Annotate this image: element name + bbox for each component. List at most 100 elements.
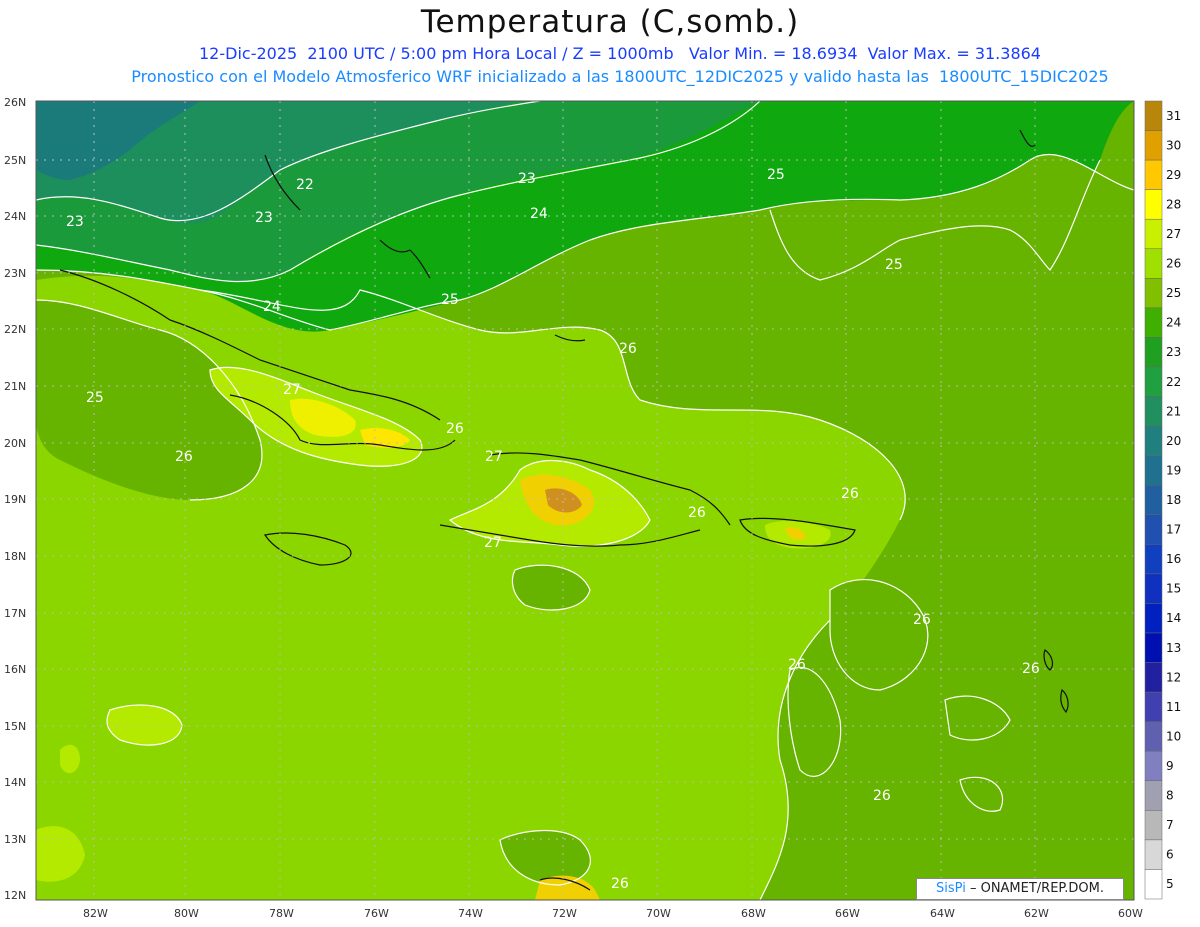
- lon-label: 68W: [741, 907, 766, 920]
- colorbar-swatch: [1144, 721, 1163, 752]
- contour-label: 27: [485, 449, 503, 465]
- colorbar-label: 18: [1166, 493, 1181, 507]
- colorbar-swatch: [1144, 780, 1163, 811]
- colorbar-swatch: [1144, 278, 1163, 309]
- contour-label: 24: [263, 299, 281, 315]
- colorbar-label: 24: [1166, 316, 1181, 330]
- lon-label: 78W: [269, 907, 294, 920]
- colorbar-label: 8: [1166, 789, 1174, 803]
- lon-label: 66W: [835, 907, 860, 920]
- sispi-logo: SisPi: [936, 881, 966, 896]
- colorbar-swatch: [1144, 484, 1163, 516]
- colorbar-label: 5: [1166, 877, 1174, 891]
- contour-label: 26: [446, 421, 464, 437]
- lat-label: 25N: [4, 154, 26, 167]
- colorbar-label: 21: [1166, 404, 1181, 418]
- contour-label: 25: [767, 167, 785, 183]
- credit-box: SisPi – ONAMET/REP.DOM.: [916, 878, 1124, 900]
- colorbar-label: 22: [1166, 375, 1181, 389]
- colorbar-label: 12: [1166, 670, 1181, 684]
- colorbar-swatch: [1144, 839, 1163, 870]
- colorbar-swatch: [1144, 632, 1163, 663]
- contour-label: 26: [175, 449, 193, 465]
- lat-label: 21N: [4, 380, 26, 393]
- lat-label: 18N: [4, 550, 26, 563]
- temperature-map: 26N 25N 24N 23N 22N 21N 20N 19N 18N 17N …: [4, 96, 1181, 920]
- colorbar-label: 26: [1166, 257, 1181, 271]
- contour-label: 27: [283, 382, 301, 398]
- lon-label: 80W: [174, 907, 199, 920]
- colorbar-swatch: [1144, 307, 1163, 338]
- credit-text: – ONAMET/REP.DOM.: [969, 881, 1104, 896]
- colorbar: 31 30 29 28 27 26 25 24 23 22 21 20 19 18 17 16 15 14 13 12…: [1144, 100, 1181, 900]
- colorbar-swatch: [1144, 159, 1163, 190]
- colorbar-swatch: [1144, 130, 1163, 161]
- lon-label: 76W: [364, 907, 389, 920]
- lon-label: 62W: [1024, 907, 1049, 920]
- contour-label: 25: [441, 292, 459, 308]
- contour-label: 24: [530, 206, 548, 222]
- lat-label: 20N: [4, 437, 26, 450]
- lat-label: 23N: [4, 267, 26, 280]
- colorbar-swatch: [1144, 514, 1163, 545]
- lat-label: 16N: [4, 663, 26, 676]
- contour-label: 23: [518, 171, 536, 187]
- contour-label: 22: [296, 177, 314, 193]
- lat-label: 15N: [4, 720, 26, 733]
- contour-label: 26: [913, 612, 931, 628]
- lat-label: 12N: [4, 889, 26, 902]
- lon-label: 60W: [1118, 907, 1143, 920]
- colorbar-swatch: [1144, 189, 1163, 220]
- colorbar-label: 17: [1166, 523, 1181, 537]
- contour-label: 26: [873, 788, 891, 804]
- colorbar-swatch: [1144, 425, 1163, 456]
- colorbar-label: 23: [1166, 345, 1181, 359]
- contour-label: 26: [611, 876, 629, 892]
- contour-label: 26: [1022, 661, 1040, 677]
- colorbar-label: 27: [1166, 227, 1181, 241]
- lon-label: 82W: [83, 907, 108, 920]
- colorbar-label: 13: [1166, 641, 1181, 655]
- colorbar-swatch: [1144, 691, 1163, 722]
- colorbar-label: 20: [1166, 434, 1181, 448]
- contour-label: 26: [788, 657, 806, 673]
- colorbar-label: 16: [1166, 552, 1181, 566]
- colorbar-label: 11: [1166, 700, 1181, 714]
- lon-label: 64W: [930, 907, 955, 920]
- colorbar-swatch: [1144, 218, 1163, 250]
- lat-label: 13N: [4, 833, 26, 846]
- colorbar-swatch: [1144, 573, 1163, 604]
- lat-label: 19N: [4, 493, 26, 506]
- lon-label: 70W: [646, 907, 671, 920]
- colorbar-swatch: [1144, 810, 1163, 841]
- colorbar-label: 6: [1166, 848, 1174, 862]
- contour-label: 26: [841, 486, 859, 502]
- contour-label: 26: [619, 341, 637, 357]
- colorbar-label: 29: [1166, 168, 1181, 182]
- latitude-axis: 26N 25N 24N 23N 22N 21N 20N 19N 18N 17N …: [4, 96, 26, 902]
- colorbar-label: 9: [1166, 759, 1174, 773]
- colorbar-swatch: [1144, 869, 1163, 900]
- colorbar-swatch: [1144, 366, 1163, 397]
- contour-label: 25: [86, 390, 104, 406]
- colorbar-label: 25: [1166, 286, 1181, 300]
- contour-label: 23: [255, 210, 273, 226]
- colorbar-swatch: [1144, 337, 1163, 368]
- colorbar-label: 30: [1166, 138, 1181, 152]
- lat-label: 14N: [4, 776, 26, 789]
- colorbar-label: 28: [1166, 197, 1181, 211]
- colorbar-swatch: [1144, 603, 1163, 634]
- colorbar-swatch: [1144, 396, 1163, 427]
- colorbar-swatch: [1144, 248, 1163, 279]
- temperature-field: [36, 101, 1134, 900]
- colorbar-label: 10: [1166, 729, 1181, 743]
- contour-label: 25: [885, 257, 903, 273]
- lat-label: 22N: [4, 323, 26, 336]
- colorbar-label: 19: [1166, 463, 1181, 477]
- contour-label: 23: [66, 214, 84, 230]
- lat-label: 26N: [4, 96, 26, 109]
- colorbar-swatch: [1144, 100, 1163, 131]
- colorbar-label: 31: [1166, 109, 1181, 123]
- colorbar-swatch: [1144, 750, 1163, 782]
- colorbar-label: 15: [1166, 582, 1181, 596]
